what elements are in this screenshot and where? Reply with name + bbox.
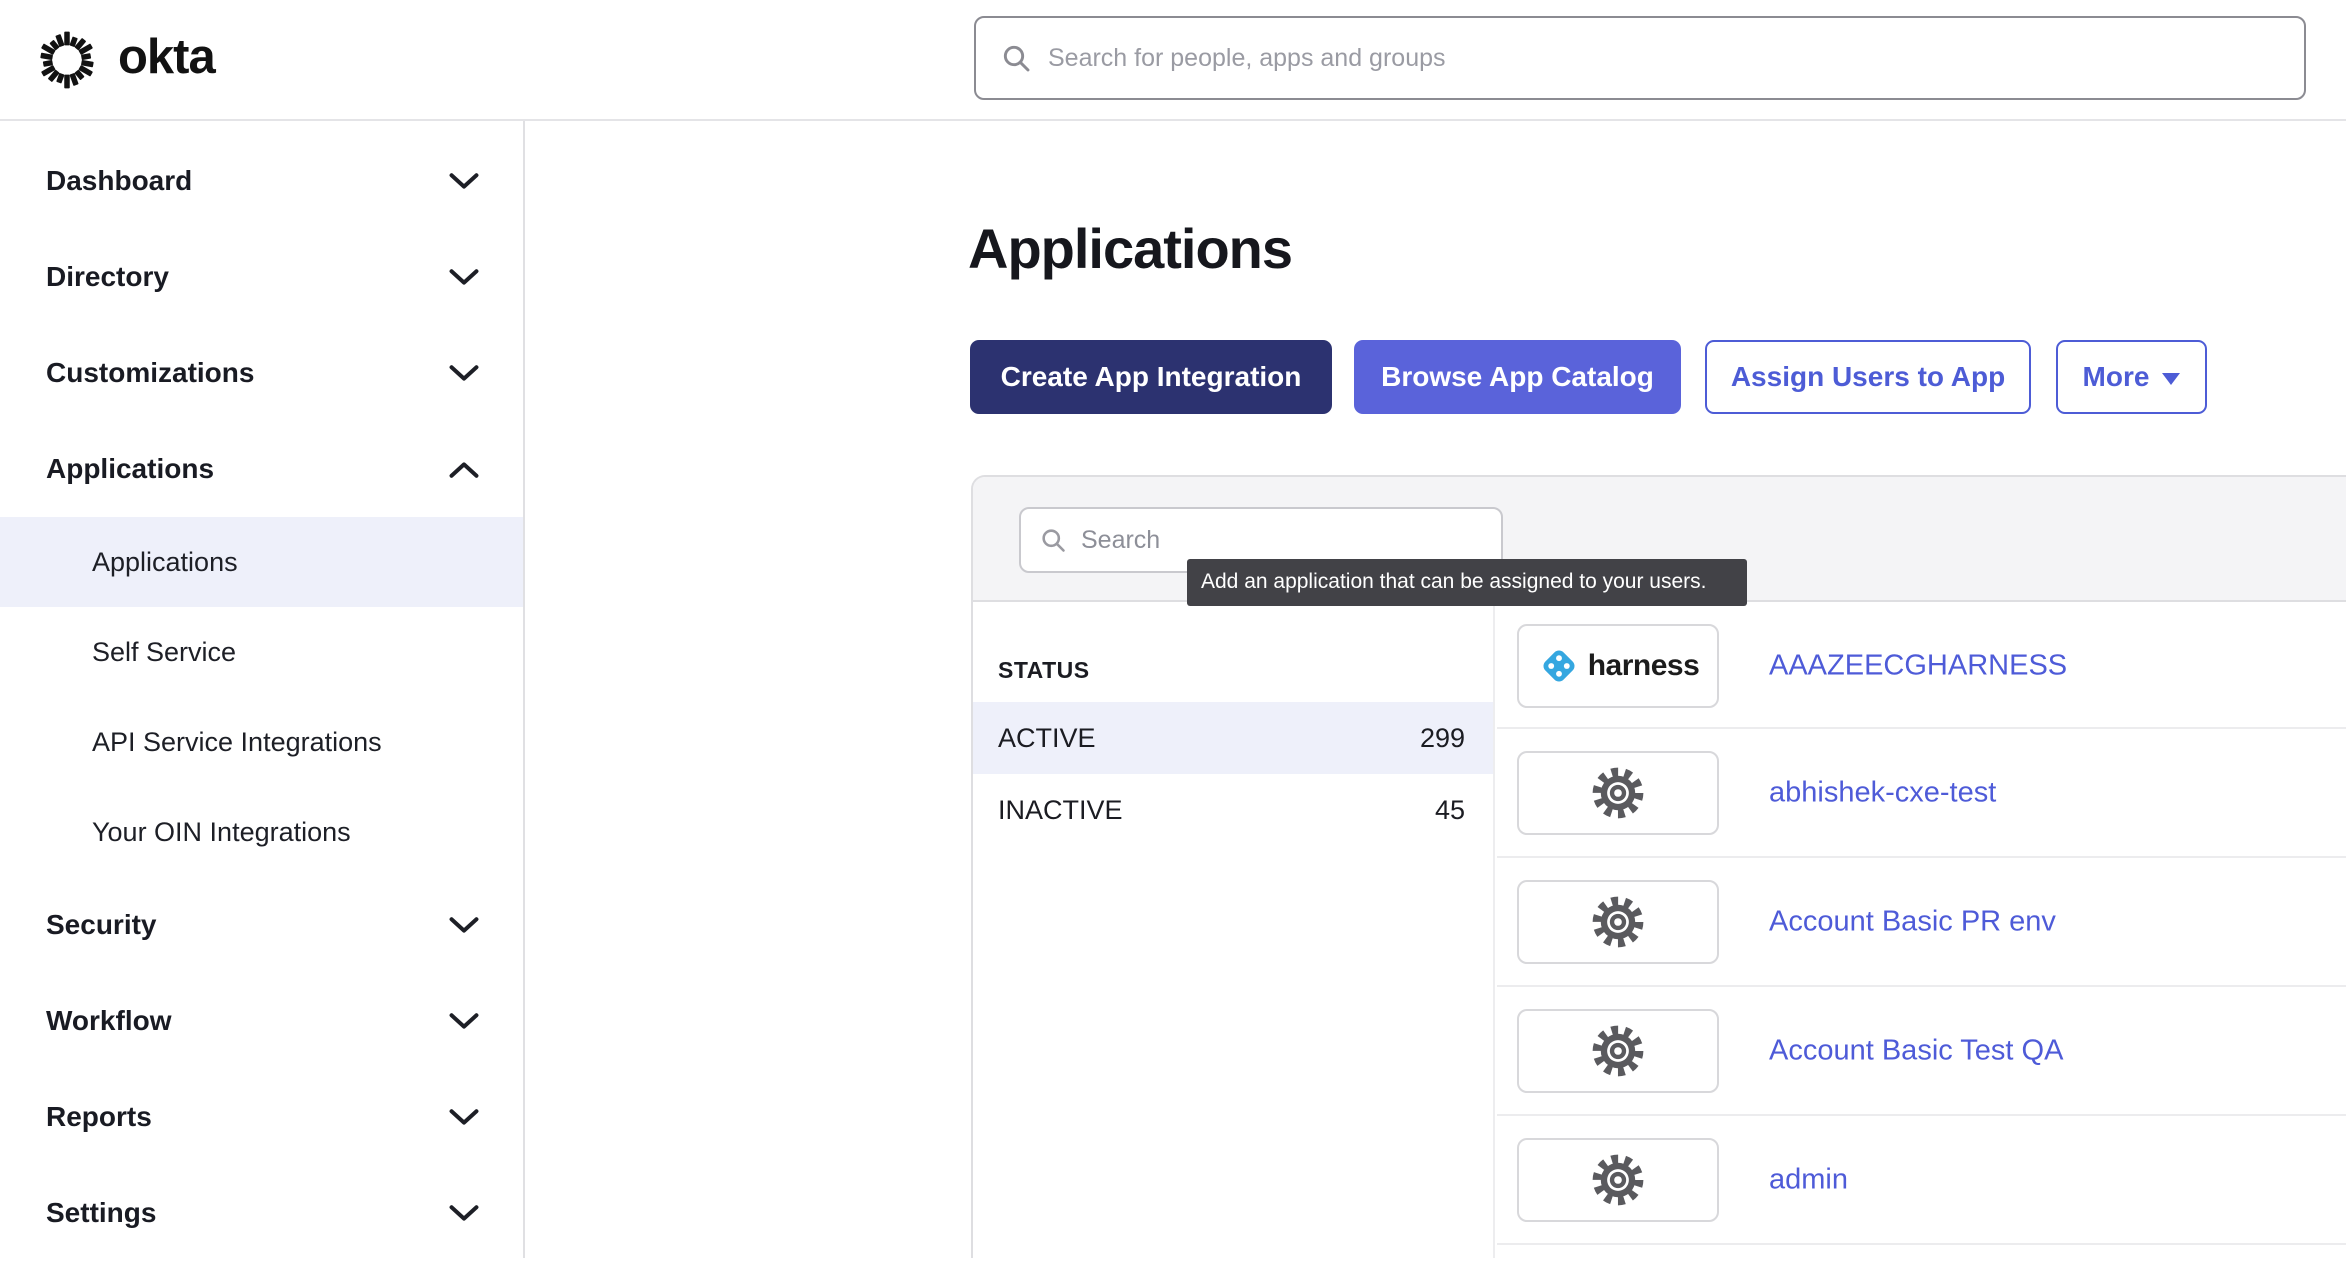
sidebar-item-dashboard[interactable]: Dashboard — [0, 133, 523, 229]
global-search-input[interactable] — [1048, 44, 2280, 73]
sidebar-subitem-label: Your OIN Integrations — [92, 817, 351, 848]
applications-panel: Add an application that can be assigned … — [971, 475, 2346, 1258]
sidebar-subitem-label: Applications — [92, 547, 238, 578]
filter-count: 45 — [1435, 795, 1465, 826]
gear-icon — [1589, 764, 1647, 822]
page-title: Applications — [968, 216, 1292, 281]
sidebar-item-label: Settings — [46, 1197, 156, 1229]
filter-row-active[interactable]: ACTIVE 299 — [973, 702, 1493, 774]
app-row: admin — [1497, 1116, 2346, 1245]
app-logo-card — [1517, 1138, 1719, 1222]
assign-users-to-app-button[interactable]: Assign Users to App — [1705, 340, 2031, 414]
status-filter-heading: STATUS — [998, 656, 1493, 684]
harness-logo-icon — [1537, 644, 1581, 688]
sidebar-item-reports[interactable]: Reports — [0, 1069, 523, 1165]
button-label: Browse App Catalog — [1381, 361, 1654, 393]
chevron-down-icon — [449, 173, 479, 190]
gear-icon — [1589, 1151, 1647, 1209]
chevron-down-icon — [449, 1013, 479, 1030]
caret-down-icon — [2162, 373, 2180, 385]
app-logo-card: harness — [1517, 624, 1719, 708]
gear-icon — [1589, 1022, 1647, 1080]
app-link[interactable]: admin — [1769, 1163, 1848, 1196]
sidebar-item-label: Directory — [46, 261, 169, 293]
app-row: Account Basic PR env — [1497, 858, 2346, 987]
chevron-up-icon — [449, 461, 479, 478]
button-label: More — [2083, 361, 2150, 393]
sidebar-item-security[interactable]: Security — [0, 877, 523, 973]
okta-logo: okta — [36, 27, 215, 93]
sidebar-subitem-api-service-integrations[interactable]: API Service Integrations — [0, 697, 523, 787]
browse-app-catalog-button[interactable]: Browse App Catalog — [1354, 340, 1681, 414]
chevron-down-icon — [449, 917, 479, 934]
app-row: Account Basic Test QA — [1497, 987, 2346, 1116]
sidebar-item-customizations[interactable]: Customizations — [0, 325, 523, 421]
app-logo-card — [1517, 751, 1719, 835]
app-link[interactable]: AAAZEECGHARNESS — [1769, 649, 2067, 682]
harness-wordmark: harness — [1588, 649, 1700, 683]
filter-row-inactive[interactable]: INACTIVE 45 — [973, 774, 1493, 846]
sidebar-item-workflow[interactable]: Workflow — [0, 973, 523, 1069]
sidebar-item-label: Reports — [46, 1101, 152, 1133]
create-app-integration-button[interactable]: Create App Integration — [970, 340, 1332, 414]
filter-label: INACTIVE — [998, 795, 1123, 826]
button-label: Create App Integration — [1001, 361, 1302, 393]
sidebar-subitem-applications[interactable]: Applications — [0, 517, 523, 607]
panel-toolbar: Add an application that can be assigned … — [973, 477, 2346, 602]
app-logo-card — [1517, 1009, 1719, 1093]
app-link[interactable]: abhishek-cxe-test — [1769, 776, 1996, 809]
search-icon — [1039, 526, 1067, 554]
sidebar-item-label: Customizations — [46, 357, 254, 389]
tooltip-text: Add an application that can be assigned … — [1201, 570, 1707, 593]
status-filter: STATUS ACTIVE 299 INACTIVE 45 — [973, 604, 1495, 1258]
app-row: abhishek-cxe-test — [1497, 729, 2346, 858]
app-logo-card — [1517, 880, 1719, 964]
sidebar-subitem-your-oin-integrations[interactable]: Your OIN Integrations — [0, 787, 523, 877]
sidebar-item-settings[interactable]: Settings — [0, 1165, 523, 1261]
button-label: Assign Users to App — [1731, 361, 2005, 393]
sidebar-item-label: Security — [46, 909, 157, 941]
filter-count: 299 — [1420, 723, 1465, 754]
sidebar-item-label: Dashboard — [46, 165, 192, 197]
chevron-down-icon — [449, 1205, 479, 1222]
sidebar-item-directory[interactable]: Directory — [0, 229, 523, 325]
app-link[interactable]: Account Basic Test QA — [1769, 1034, 2063, 1067]
sidebar-subitem-self-service[interactable]: Self Service — [0, 607, 523, 697]
sidebar-subitem-label: Self Service — [92, 637, 236, 668]
tooltip: Add an application that can be assigned … — [1187, 559, 1747, 606]
sidebar-subitem-label: API Service Integrations — [92, 727, 382, 758]
sidebar-item-label: Applications — [46, 453, 214, 485]
sidebar-item-label: Workflow — [46, 1005, 171, 1037]
app-list: harness AAAZEECGHARNESS abhishek-cxe-tes… — [1497, 604, 2346, 1258]
global-search[interactable] — [974, 16, 2306, 100]
chevron-down-icon — [449, 1109, 479, 1126]
more-button[interactable]: More — [2056, 340, 2207, 414]
okta-sunburst-icon — [36, 29, 98, 91]
chevron-down-icon — [449, 365, 479, 382]
brand-wordmark: okta — [118, 33, 215, 88]
sidebar-item-applications[interactable]: Applications — [0, 421, 523, 517]
filter-label: ACTIVE — [998, 723, 1096, 754]
app-search-input[interactable] — [1081, 526, 1483, 555]
chevron-down-icon — [449, 269, 479, 286]
top-bar: okta — [0, 0, 2346, 121]
app-row: harness AAAZEECGHARNESS — [1497, 604, 2346, 729]
gear-icon — [1589, 893, 1647, 951]
sidebar: Dashboard Directory Customizations Appli… — [0, 121, 525, 1258]
search-icon — [1000, 42, 1032, 74]
app-link[interactable]: Account Basic PR env — [1769, 905, 2056, 938]
